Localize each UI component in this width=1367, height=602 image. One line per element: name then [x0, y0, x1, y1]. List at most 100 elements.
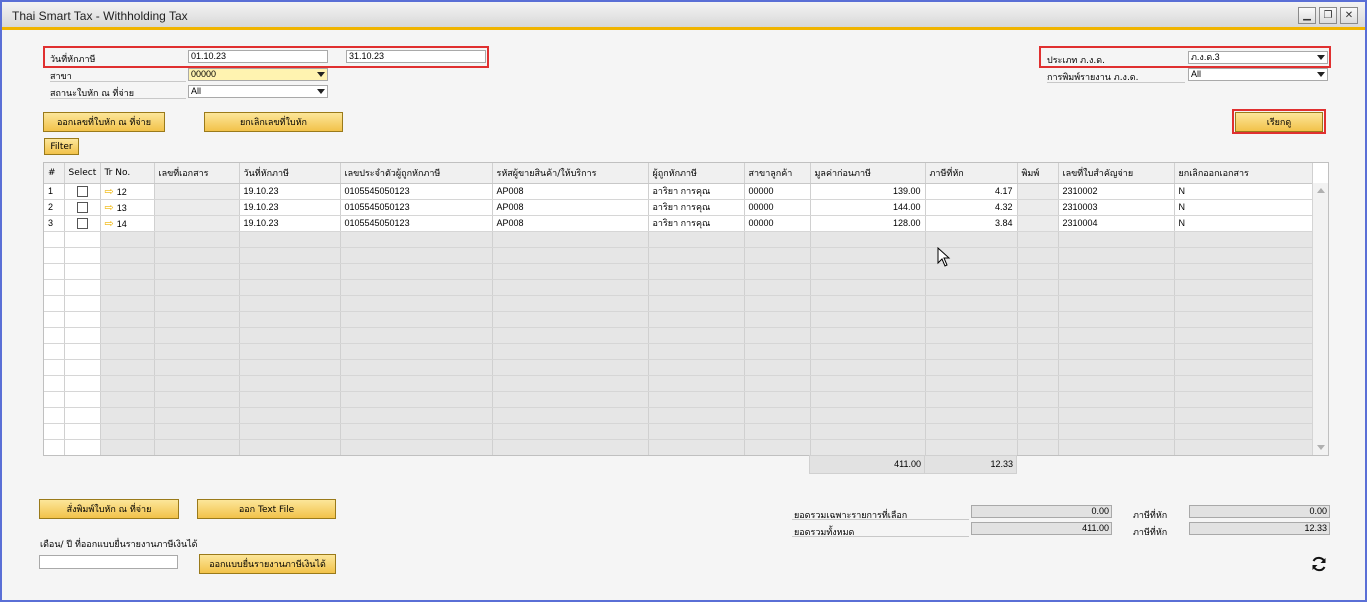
- select-cell[interactable]: [64, 295, 101, 312]
- select-cell[interactable]: [64, 311, 101, 328]
- select-cell[interactable]: [64, 199, 101, 216]
- row-number: [44, 423, 65, 440]
- cancel-flag: [1174, 279, 1313, 296]
- table-row[interactable]: [44, 359, 1313, 376]
- column-header[interactable]: เลขที่ใบสำคัญจ่าย: [1058, 163, 1175, 184]
- amount-before-tax: 144.00: [810, 199, 926, 216]
- select-cell[interactable]: [64, 375, 101, 392]
- select-cell[interactable]: [64, 327, 101, 344]
- period-input[interactable]: [39, 555, 178, 569]
- select-cell[interactable]: [64, 279, 101, 296]
- vendor-code: [492, 295, 649, 312]
- column-header[interactable]: วันที่หักภาษี: [239, 163, 341, 184]
- select-cell[interactable]: [64, 359, 101, 376]
- column-header[interactable]: ยกเลิกออกเอกสาร: [1174, 163, 1313, 184]
- selected-tax-value: 0.00: [1189, 505, 1330, 518]
- print-button[interactable]: สั่งพิมพ์ใบหัก ณ ที่จ่าย: [39, 499, 179, 519]
- column-header[interactable]: ภาษีที่หัก: [925, 163, 1018, 184]
- table-row[interactable]: 2 ⇨ 13 19.10.23 0105545050123 AP008 อาริยา การ…: [44, 199, 1313, 216]
- document-number: [154, 247, 240, 264]
- select-cell[interactable]: [64, 343, 101, 360]
- tr-number: [100, 295, 155, 312]
- table-row[interactable]: 1 ⇨ 12 19.10.23 0105545050123 AP008 อาริยา การ…: [44, 183, 1313, 200]
- place-select[interactable]: All: [188, 85, 328, 98]
- table-row[interactable]: [44, 311, 1313, 328]
- link-arrow-icon[interactable]: ⇨: [105, 217, 114, 230]
- print-type-select[interactable]: All: [1188, 68, 1328, 81]
- select-cell[interactable]: [64, 247, 101, 264]
- table-row[interactable]: [44, 407, 1313, 424]
- row-number: [44, 279, 65, 296]
- table-row[interactable]: [44, 231, 1313, 248]
- tax-id: [340, 327, 493, 344]
- tr-number: [100, 391, 155, 408]
- table-row[interactable]: 3 ⇨ 14 19.10.23 0105545050123 AP008 อาริยา การ…: [44, 215, 1313, 232]
- select-cell[interactable]: [64, 391, 101, 408]
- column-header[interactable]: เลขที่เอกสาร: [154, 163, 240, 184]
- customer-branch: [744, 391, 811, 408]
- select-checkbox[interactable]: [76, 185, 88, 197]
- tax-id: [340, 375, 493, 392]
- voucher-number: [1058, 247, 1175, 264]
- column-header[interactable]: เลขประจำตัวผู้ถูกหักภาษี: [340, 163, 493, 184]
- column-header[interactable]: รหัสผู้ขายสินค้า/ให้บริการ: [492, 163, 649, 184]
- text-file-button[interactable]: ออก Text File: [197, 499, 336, 519]
- taxpayer-name: [648, 423, 745, 440]
- table-row[interactable]: [44, 327, 1313, 344]
- row-number: [44, 311, 65, 328]
- column-header[interactable]: พิมพ์: [1017, 163, 1059, 184]
- select-checkbox[interactable]: [76, 217, 88, 229]
- amount-before-tax: [810, 407, 926, 424]
- vendor-code: [492, 439, 649, 455]
- refresh-icon[interactable]: [1310, 555, 1328, 573]
- table-row[interactable]: [44, 439, 1313, 455]
- table-row[interactable]: [44, 343, 1313, 360]
- withheld-tax: [925, 327, 1018, 344]
- voucher-number: [1058, 423, 1175, 440]
- restore-button[interactable]: ❐: [1319, 7, 1337, 24]
- minimize-button[interactable]: ▁: [1298, 7, 1316, 24]
- column-header[interactable]: ผู้ถูกหักภาษี: [648, 163, 745, 184]
- table-row[interactable]: [44, 247, 1313, 264]
- document-number: [154, 215, 240, 232]
- issue-form-button[interactable]: ออกแบบยื่นรายงานภาษีเงินได้: [199, 554, 336, 574]
- issue-number-button[interactable]: ออกเลขที่ใบหัก ณ ที่จ่าย: [43, 112, 165, 132]
- row-number: [44, 407, 65, 424]
- select-cell[interactable]: [64, 183, 101, 200]
- table-row[interactable]: [44, 391, 1313, 408]
- cancel-number-button[interactable]: ยกเลิกเลขที่ใบหัก: [204, 112, 343, 132]
- table-row[interactable]: [44, 375, 1313, 392]
- row-number: 1: [44, 183, 65, 200]
- column-header[interactable]: สาขาลูกค้า: [744, 163, 811, 184]
- select-checkbox[interactable]: [76, 201, 88, 213]
- link-arrow-icon[interactable]: ⇨: [105, 201, 114, 214]
- select-cell[interactable]: [64, 215, 101, 232]
- column-header[interactable]: Select: [64, 163, 101, 184]
- table-row[interactable]: [44, 295, 1313, 312]
- tr-number: [100, 327, 155, 344]
- vertical-scrollbar[interactable]: [1312, 183, 1328, 455]
- customer-branch: [744, 263, 811, 280]
- select-cell[interactable]: [64, 407, 101, 424]
- select-cell[interactable]: [64, 263, 101, 280]
- printed-flag: [1017, 375, 1059, 392]
- filter-button[interactable]: Filter: [44, 138, 79, 155]
- document-number: [154, 327, 240, 344]
- tr-number: [100, 263, 155, 280]
- pnd-type-highlight: [1039, 46, 1331, 68]
- select-cell[interactable]: [64, 423, 101, 440]
- column-header[interactable]: #: [44, 163, 65, 184]
- link-arrow-icon[interactable]: ⇨: [105, 185, 114, 198]
- select-cell[interactable]: [64, 231, 101, 248]
- scroll-down-icon[interactable]: [1317, 445, 1325, 450]
- table-row[interactable]: [44, 263, 1313, 280]
- scroll-up-icon[interactable]: [1317, 188, 1325, 193]
- select-cell[interactable]: [64, 439, 101, 455]
- column-header[interactable]: มูลค่าก่อนภาษี: [810, 163, 926, 184]
- column-header[interactable]: Tr No.: [100, 163, 155, 184]
- branch-select[interactable]: 00000: [188, 68, 328, 81]
- close-button[interactable]: ✕: [1340, 7, 1358, 24]
- table-row[interactable]: [44, 423, 1313, 440]
- table-row[interactable]: [44, 279, 1313, 296]
- taxpayer-name: อาริยา การคุณ: [648, 199, 745, 216]
